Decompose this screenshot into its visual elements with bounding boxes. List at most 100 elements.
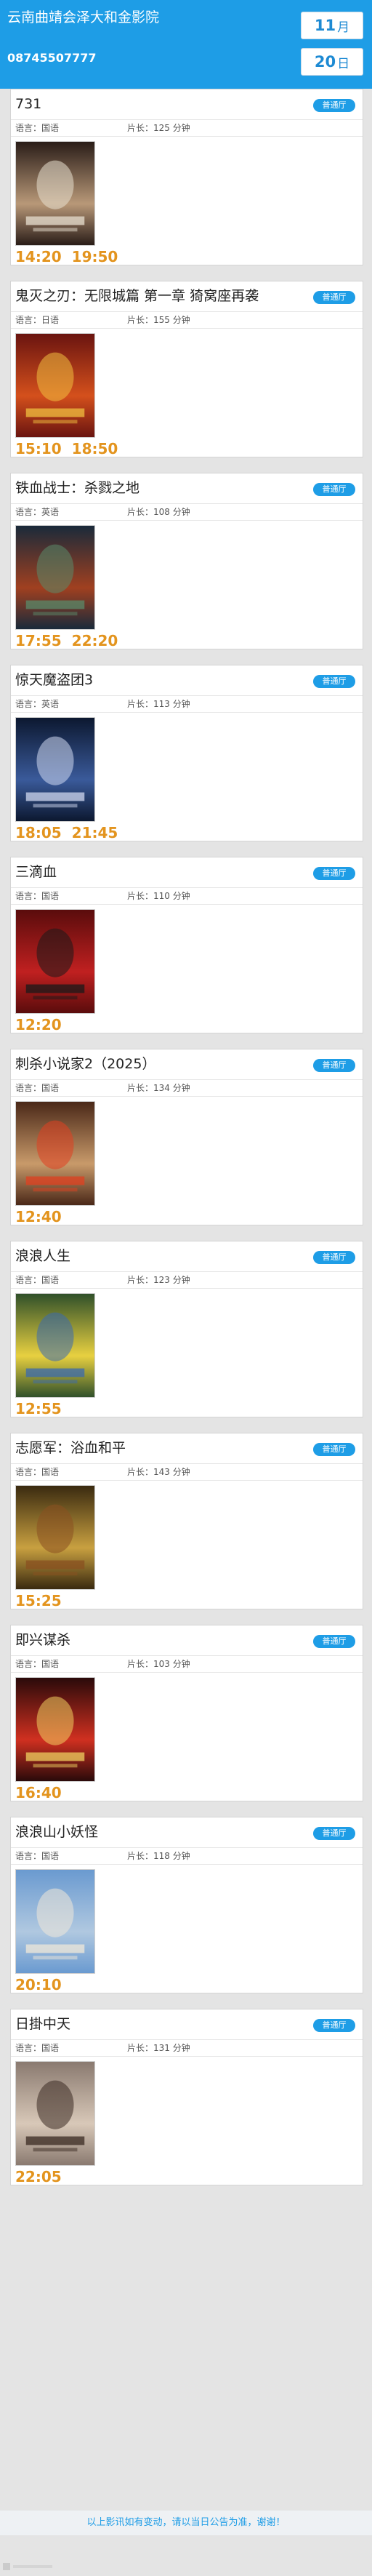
movie-poster[interactable] [15,1293,95,1398]
movie-title-row: 志愿军：浴血和平 普通厅 [11,1433,363,1464]
movie-content: 16:40 [11,1673,363,1801]
hall-badge: 普通厅 [313,1827,355,1840]
movie-poster[interactable] [15,1677,95,1782]
movie-duration: 片长：131 分钟 [127,2040,190,2056]
hall-badge: 普通厅 [313,99,355,112]
showtimes: 14:20 19:50 [15,249,128,265]
movie-card[interactable]: 铁血战士：杀戮之地 普通厅 语言：英语 片长：108 分钟 17:55 22:20 [10,473,363,649]
movie-duration: 片长：134 分钟 [127,1080,190,1096]
movie-title-row: 刺杀小说家2（2025） 普通厅 [11,1049,363,1080]
showtime[interactable]: 14:20 [15,248,62,265]
hall-badge: 普通厅 [313,867,355,880]
showtime[interactable]: 18:05 [15,824,62,841]
showtime[interactable]: 22:05 [15,2168,62,2185]
header-bar: 云南曲靖会泽大和金影院 08745507777 11 月 20 日 [0,0,372,89]
showtimes: 15:10 18:50 [15,441,128,457]
showtime[interactable]: 20:10 [15,1976,62,1993]
duration-value: 143 [153,1467,170,1477]
hall-badge: 普通厅 [313,483,355,496]
movie-duration: 片长：110 分钟 [127,888,190,904]
duration-label: 片长： [127,891,154,901]
day-unit: 日 [337,56,350,71]
cinema-phone[interactable]: 08745507777 [7,51,96,65]
movie-poster[interactable] [15,525,95,630]
footer-notice: 以上影讯如有变动，请以当日公告为准，谢谢！ [0,2511,372,2535]
duration-value: 118 [153,1851,170,1861]
movie-card[interactable]: 731 普通厅 语言：国语 片长：125 分钟 14:20 19:50 [10,89,363,265]
language-label: 语言： [15,699,42,709]
duration-value: 123 [153,1275,170,1285]
showtime[interactable]: 12:20 [15,1016,62,1033]
movie-meta-row: 语言：国语 片长：123 分钟 [11,1272,363,1289]
movie-content: 22:05 [11,2057,363,2185]
language-value: 日语 [41,315,60,325]
day-number: 20 [314,53,336,71]
movie-card[interactable]: 即兴谋杀 普通厅 语言：国语 片长：103 分钟 16:40 [10,1625,363,1801]
movie-card[interactable]: 日掛中天 普通厅 语言：国语 片长：131 分钟 22:05 [10,2009,363,2185]
movie-card[interactable]: 浪浪山小妖怪 普通厅 语言：国语 片长：118 分钟 20:10 [10,1817,363,1993]
showtimes: 22:05 [15,2169,72,2185]
duration-label: 片长： [127,1467,154,1477]
movie-poster[interactable] [15,909,95,1014]
duration-label: 片长： [127,1275,154,1285]
movie-card[interactable]: 惊天魔盗团3 普通厅 语言：英语 片长：113 分钟 18:05 21:45 [10,665,363,841]
showtime[interactable]: 15:25 [15,1592,62,1609]
movie-language: 语言：国语 [15,2040,59,2056]
duration-value: 125 [153,123,170,133]
movie-poster[interactable] [15,1869,95,1974]
movie-poster[interactable] [15,717,95,822]
duration-unit: 分钟 [169,2043,190,2053]
movie-content: 20:10 [11,1865,363,1993]
duration-label: 片长： [127,1083,154,1093]
showtime[interactable]: 12:55 [15,1400,62,1417]
month-unit: 月 [337,20,350,35]
duration-label: 片长： [127,1851,154,1861]
showtime[interactable]: 22:20 [72,632,118,649]
language-label: 语言： [15,1659,42,1669]
showtime[interactable]: 21:45 [72,824,118,841]
showtime[interactable]: 19:50 [72,248,118,265]
movie-poster[interactable] [15,333,95,438]
hall-badge: 普通厅 [313,291,355,304]
duration-value: 110 [153,891,170,901]
movie-title: 浪浪人生 [15,1248,71,1264]
movie-title-row: 浪浪山小妖怪 普通厅 [11,1817,363,1848]
showtimes: 12:20 [15,1017,72,1033]
movie-card[interactable]: 鬼灭之刃：无限城篇 第一章 猗窝座再袭 普通厅 语言：日语 片长：155 分钟 15:1… [10,281,363,457]
language-value: 国语 [41,1851,60,1861]
movie-content: 18:05 21:45 [11,713,363,841]
duration-value: 155 [153,315,170,325]
movie-poster[interactable] [15,2061,95,2166]
movie-duration: 片长：108 分钟 [127,504,190,520]
showtime[interactable]: 16:40 [15,1784,62,1801]
duration-unit: 分钟 [169,315,190,325]
language-label: 语言： [15,123,42,133]
hall-badge: 普通厅 [313,1059,355,1072]
movie-card[interactable]: 三滴血 普通厅 语言：国语 片长：110 分钟 12:20 [10,857,363,1033]
movie-title: 731 [15,96,42,112]
showtime[interactable]: 12:40 [15,1208,62,1225]
showtimes: 12:40 [15,1209,72,1225]
showtimes: 15:25 [15,1593,72,1609]
movie-content: 15:25 [11,1481,363,1609]
duration-unit: 分钟 [169,123,190,133]
duration-value: 103 [153,1659,170,1669]
movie-duration: 片长：103 分钟 [127,1656,190,1672]
movie-content: 12:20 [11,905,363,1033]
movie-poster[interactable] [15,1101,95,1206]
movie-content: 14:20 19:50 [11,137,363,265]
movie-poster[interactable] [15,141,95,246]
movie-duration: 片长：113 分钟 [127,696,190,712]
showtime[interactable]: 15:10 [15,440,62,457]
showtime[interactable]: 17:55 [15,632,62,649]
duration-unit: 分钟 [169,1275,190,1285]
movie-card[interactable]: 刺杀小说家2（2025） 普通厅 语言：国语 片长：134 分钟 12:40 [10,1049,363,1225]
duration-unit: 分钟 [169,1851,190,1861]
movie-duration: 片长：155 分钟 [127,312,190,328]
movie-poster[interactable] [15,1485,95,1590]
duration-label: 片长： [127,1659,154,1669]
movie-card[interactable]: 浪浪人生 普通厅 语言：国语 片长：123 分钟 12:55 [10,1241,363,1417]
duration-unit: 分钟 [169,1659,190,1669]
showtime[interactable]: 18:50 [72,440,118,457]
movie-card[interactable]: 志愿军：浴血和平 普通厅 语言：国语 片长：143 分钟 15:25 [10,1433,363,1609]
